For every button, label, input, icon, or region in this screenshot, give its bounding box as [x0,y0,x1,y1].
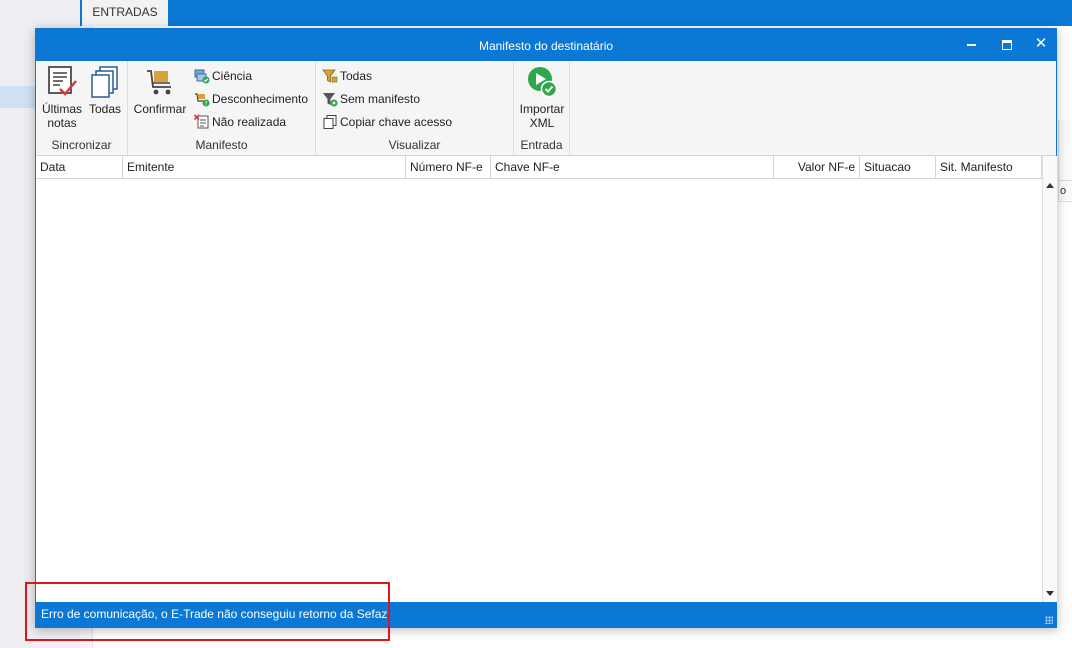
close-button[interactable]: ✕ [1026,33,1056,55]
background-grid-cell: o [1058,180,1072,202]
dialog-title: Manifesto do destinatário [478,39,614,53]
vertical-scrollbar[interactable] [1042,156,1057,602]
ciencia-button[interactable]: Ciência [194,66,252,86]
maximize-button[interactable] [992,33,1022,55]
import-play-icon [525,65,559,99]
group-label-sincronizar: Sincronizar [51,138,112,152]
maximize-icon [1002,39,1012,50]
check-boxes-icon [194,68,210,84]
todas-sync-button[interactable]: Todas [86,65,124,116]
checklist-icon [45,65,79,99]
column-header-sit-manifesto[interactable]: Sit. Manifesto [936,156,1042,178]
confirmar-label: Confirmar [133,102,187,116]
ribbon-group-entrada: Importar XML Entrada [514,61,570,155]
ribbon-group-sincronizar: Últimas notas Todas Sincronizar [36,61,128,155]
grid-header: Data Emitente Número NF-e Chave NF-e Val… [36,156,1042,179]
nao-realizada-label: Não realizada [212,115,287,129]
confirmar-button[interactable]: Confirmar [132,65,188,116]
importar-label-line2: XML [529,116,555,130]
stacked-documents-icon [88,65,122,99]
copiar-chave-button[interactable]: Copiar chave acesso [322,112,452,132]
column-header-emitente[interactable]: Emitente [123,156,406,178]
group-label-manifesto: Manifesto [195,138,248,152]
grid-body[interactable] [36,179,1042,602]
ciencia-label: Ciência [212,69,253,83]
minimize-button[interactable] [956,33,986,55]
ribbon: Últimas notas Todas Sincronizar Confirma… [36,61,1056,156]
sem-manifesto-label: Sem manifesto [340,92,421,106]
svg-text:?: ? [204,100,207,107]
sem-manifesto-button[interactable]: Sem manifesto [322,89,420,109]
ultimas-notas-button[interactable]: Últimas notas [40,65,84,130]
filter-clear-icon [322,91,338,107]
filter-icon [322,68,338,84]
background-tab-bar [80,0,1072,26]
importar-label-line1: Importar [519,102,565,116]
close-icon: ✕ [1034,35,1048,52]
background-sidebar-selected-item [0,86,36,108]
importar-xml-button[interactable]: Importar XML [516,65,568,130]
cart-icon [143,65,177,99]
filter-todas-button[interactable]: Todas [322,66,372,86]
ultimas-label-line1: Últimas [41,102,82,116]
resize-grip-icon[interactable] [1045,616,1053,624]
ultimas-label-line2: notas [47,116,77,130]
todas-sync-label: Todas [88,102,122,116]
group-label-visualizar: Visualizar [388,138,441,152]
scroll-up-icon[interactable] [1046,183,1054,188]
column-header-situacao[interactable]: Situacao [860,156,936,178]
manifest-dialog: Manifesto do destinatário ✕ Últimas nota… [35,28,1057,628]
scroll-down-icon[interactable] [1046,591,1054,596]
column-header-data[interactable]: Data [36,156,123,178]
cart-question-icon: ? [194,91,210,107]
copy-icon [322,114,338,130]
nao-realizada-button[interactable]: Não realizada [193,112,287,132]
group-label-entrada: Entrada [520,138,563,152]
desconhecimento-button[interactable]: ? Desconhecimento [194,89,308,109]
copiar-chave-label: Copiar chave acesso [340,115,453,129]
dialog-titlebar[interactable]: Manifesto do destinatário ✕ [36,29,1056,61]
desconhecimento-label: Desconhecimento [212,92,309,106]
column-header-valor-nfe[interactable]: Valor NF-e [774,156,860,178]
column-header-numero-nfe[interactable]: Número NF-e [406,156,491,178]
background-tab-entradas[interactable]: ENTRADAS [82,0,168,26]
column-header-chave-nfe[interactable]: Chave NF-e [491,156,774,178]
error-highlight-box [25,582,390,641]
document-x-icon [193,114,210,130]
ribbon-group-visualizar: Todas Sem manifesto Copiar chave acesso … [316,61,514,155]
minimize-icon [966,43,976,46]
filter-todas-label: Todas [340,69,373,83]
ribbon-group-manifesto: Confirmar Ciência ? Desconhecimento Não … [128,61,316,155]
